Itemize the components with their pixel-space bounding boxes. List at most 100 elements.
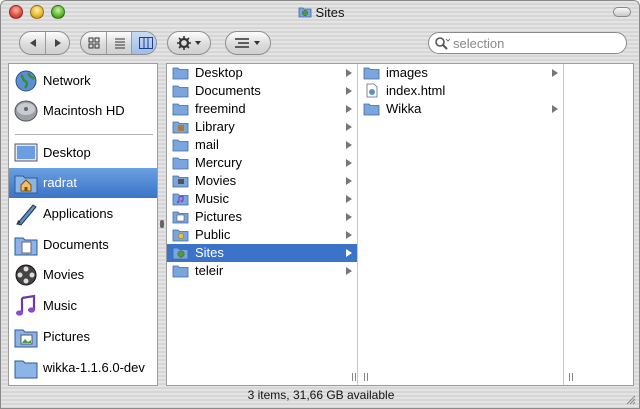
browser-row[interactable]: Music xyxy=(167,190,357,208)
view-switcher xyxy=(80,31,157,55)
browser-column-sites: images index.html Wikka xyxy=(358,64,564,385)
disclosure-arrow-icon xyxy=(552,105,558,113)
column-resize-grip[interactable] xyxy=(568,373,574,381)
arrange-menu-content xyxy=(226,32,270,54)
hard-drive-icon xyxy=(14,100,38,122)
browser-row-label: Documents xyxy=(195,83,261,98)
sidebar-item-label: wikka-1.1.6.0-dev xyxy=(43,360,145,375)
search-input[interactable] xyxy=(453,35,618,51)
sidebar-item-network[interactable]: Network xyxy=(9,66,157,96)
sidebar-item-label: Desktop xyxy=(43,145,91,160)
disclosure-arrow-icon xyxy=(346,195,352,203)
browser-row[interactable]: Desktop xyxy=(167,64,357,82)
window-resize-grip[interactable] xyxy=(624,393,636,405)
folder-icon xyxy=(172,67,189,80)
action-menu-button[interactable] xyxy=(167,31,211,55)
browser-row[interactable]: Wikka xyxy=(358,100,563,118)
sidebar-item-radrat[interactable]: radrat xyxy=(9,168,157,198)
back-arrow-icon xyxy=(29,39,36,47)
folder-icon xyxy=(172,157,189,170)
browser-row-label: Music xyxy=(195,191,229,206)
column-resize-grip[interactable] xyxy=(351,373,357,381)
documents-icon xyxy=(14,237,38,256)
column-resize-grip[interactable] xyxy=(363,373,369,381)
folder-icon xyxy=(363,67,380,80)
sidebar-item-label: Documents xyxy=(43,237,109,252)
browser-row[interactable]: Documents xyxy=(167,82,357,100)
disclosure-arrow-icon xyxy=(346,267,352,275)
sidebar: Network Macintosh HD Desktop radrat Appl… xyxy=(8,63,158,386)
sidebar-item-wikka[interactable]: wikka-1.1.6.0-dev xyxy=(9,353,157,383)
browser-row-label: freemind xyxy=(195,101,246,116)
sidebar-item-music[interactable]: Music xyxy=(9,291,157,321)
browser-row[interactable]: Pictures xyxy=(167,208,357,226)
browser-row[interactable]: Public xyxy=(167,226,357,244)
disclosure-arrow-icon xyxy=(346,123,352,131)
sidebar-item-label: Pictures xyxy=(43,329,90,344)
folder-icon xyxy=(172,85,189,98)
applications-icon xyxy=(16,204,37,226)
sidebar-item-label: radrat xyxy=(43,175,77,190)
browser-row-label: Library xyxy=(195,119,235,134)
list-view-button[interactable] xyxy=(106,32,132,54)
browser-row-label: Movies xyxy=(195,173,237,188)
globe-icon xyxy=(15,70,37,92)
list-view-icon xyxy=(114,38,125,49)
browser-row[interactable]: teleir xyxy=(167,262,357,280)
disclosure-arrow-icon xyxy=(346,159,352,167)
browser-row-label: Desktop xyxy=(195,65,243,80)
disclosure-arrow-icon xyxy=(346,69,352,77)
sidebar-item-pictures[interactable]: Pictures xyxy=(9,322,157,352)
sidebar-item-label: Network xyxy=(43,73,91,88)
forward-arrow-icon xyxy=(55,39,61,47)
arrange-icon xyxy=(235,38,260,48)
browser-row[interactable]: freemind xyxy=(167,100,357,118)
browser-row[interactable]: images xyxy=(358,64,563,82)
column-view-icon xyxy=(138,37,153,49)
disclosure-arrow-icon xyxy=(346,87,352,95)
browser-column-empty xyxy=(564,64,633,385)
browser-row-label: Public xyxy=(195,227,231,242)
browser-row-label: Pictures xyxy=(195,209,242,224)
browser-row-label: index.html xyxy=(386,83,446,98)
arrange-menu-button[interactable] xyxy=(225,31,271,55)
disclosure-arrow-icon xyxy=(346,105,352,113)
sidebar-item-label: Movies xyxy=(43,267,85,282)
browser-row-label: Sites xyxy=(195,245,224,260)
toolbar-toggle-button[interactable] xyxy=(613,7,631,17)
browser-row-label: Mercury xyxy=(195,155,242,170)
navigation-buttons xyxy=(19,31,70,55)
browser-row-label: Wikka xyxy=(386,101,422,116)
movies-icon xyxy=(15,264,37,286)
window-title: Sites xyxy=(315,5,345,20)
browser-column-home: Desktop Documents freemind Library mail Mercu… xyxy=(167,64,358,385)
pictures-icon xyxy=(14,329,38,348)
browser-row[interactable]: index.html xyxy=(358,82,563,100)
sidebar-resize-handle[interactable] xyxy=(160,220,164,228)
status-bar: 3 items, 31,66 GB available xyxy=(247,388,395,402)
browser-row[interactable]: mail xyxy=(167,136,357,154)
search-field[interactable] xyxy=(428,32,627,54)
icon-view-button[interactable] xyxy=(81,32,106,54)
folder-icon xyxy=(172,265,189,278)
sidebar-item-applications[interactable]: Applications xyxy=(9,199,157,229)
disclosure-arrow-icon xyxy=(346,213,352,221)
folder-icon xyxy=(363,103,380,116)
forward-button[interactable] xyxy=(45,32,70,54)
window-title-area: Sites xyxy=(1,5,639,20)
sidebar-item-label: Macintosh HD xyxy=(43,103,125,118)
title-bar[interactable]: Sites xyxy=(1,1,639,25)
sidebar-item-movies[interactable]: Movies xyxy=(9,260,157,290)
sidebar-item-macintosh-hd[interactable]: Macintosh HD xyxy=(9,96,157,126)
home-icon xyxy=(14,175,38,194)
browser-row[interactable]: Sites xyxy=(167,244,357,262)
folder-icon xyxy=(172,139,189,152)
browser-row[interactable]: Mercury xyxy=(167,154,357,172)
sidebar-item-desktop[interactable]: Desktop xyxy=(9,138,157,168)
sidebar-item-documents[interactable]: Documents xyxy=(9,230,157,260)
column-view-button[interactable] xyxy=(131,32,156,54)
browser-row[interactable]: Movies xyxy=(167,172,357,190)
back-button[interactable] xyxy=(20,32,45,54)
browser-row[interactable]: Library xyxy=(167,118,357,136)
disclosure-arrow-icon xyxy=(346,141,352,149)
